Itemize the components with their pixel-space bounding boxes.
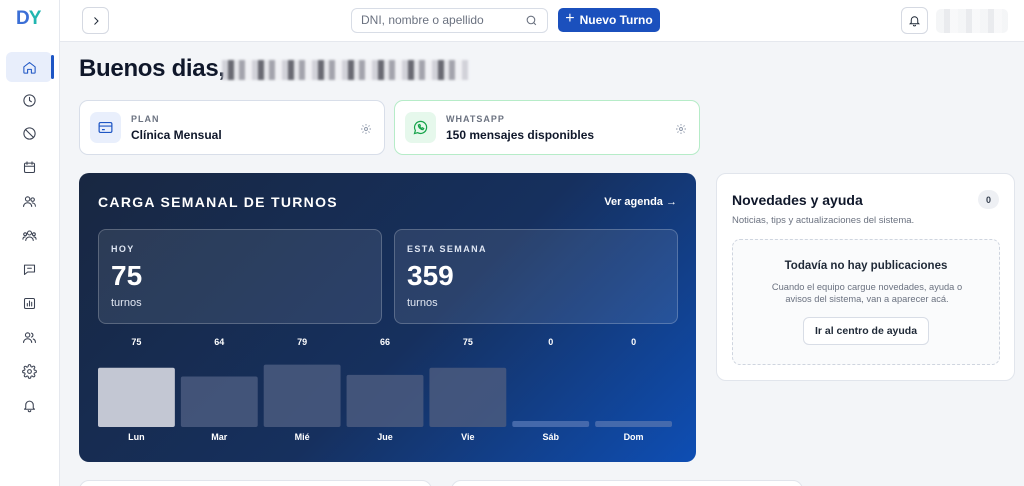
sidebar-item-users[interactable] [6,322,52,352]
whatsapp-icon [413,120,428,135]
bottom-card-right [451,480,803,486]
bar-value-label: 75 [131,337,141,347]
bar-value-label: 0 [631,337,636,347]
bar-category-label: Jue [377,432,393,442]
top-header: + Nuevo Turno [60,0,1024,42]
bell-icon [23,400,35,412]
sidebar-item-reports[interactable] [6,288,52,318]
news-count-badge: 0 [978,190,999,209]
new-appointment-button[interactable]: + Nuevo Turno [558,8,660,32]
empty-description: Cuando el equipo cargue novedades, ayuda… [771,282,963,304]
weekly-load-card: CARGA SEMANAL DE TURNOS Ver agenda → HOY… [79,173,696,462]
users-icon [22,195,36,207]
sidebar-item-patients[interactable] [6,186,52,216]
plan-settings-icon[interactable] [360,122,372,134]
search-input[interactable] [361,13,521,27]
plan-card[interactable]: PLAN Clínica Mensual [79,100,385,155]
bar-value-label: 79 [297,337,307,347]
clock-icon [22,93,36,107]
bar-Lun[interactable] [98,367,175,427]
whatsapp-label: WHATSAPP [446,114,505,124]
sidebar-item-messages[interactable] [6,254,52,284]
news-card: Novedades y ayuda 0 Noticias, tips y act… [716,173,1015,381]
plan-value: Clínica Mensual [131,128,222,142]
bar-Sáb[interactable] [512,421,590,427]
bar-value-label: 75 [463,337,473,347]
today-stat: HOY 75 turnos [98,229,382,324]
week-value: 359 [407,260,454,291]
search-icon[interactable] [525,14,538,27]
week-unit: turnos [407,297,438,309]
whatsapp-settings-icon[interactable] [675,122,687,134]
weekly-bar-chart: 75 Lun 64 Mar 79 Mié 66 Jue 75 Vie 0 Sáb 0 Dom [98,335,678,450]
plus-icon: + [565,10,575,27]
user-name-redacted [222,60,468,80]
bottom-card-left [79,480,432,486]
sidebar-item-notifications[interactable] [6,390,52,420]
calendar-icon [23,160,35,173]
sidebar-item-team[interactable] [6,220,52,250]
home-icon [22,61,36,74]
notifications-button[interactable] [901,7,928,34]
today-unit: turnos [111,297,142,309]
bar-value-label: 66 [380,337,390,347]
chart-icon [23,297,35,309]
ban-icon [22,126,36,140]
bar-category-label: Mar [211,432,228,442]
chevron-right-icon [93,16,99,25]
today-value: 75 [111,260,143,291]
week-label: ESTA SEMANA [407,244,487,254]
bar-Mar[interactable] [180,376,258,427]
team-icon [21,229,37,241]
sidebar-item-home[interactable] [6,52,54,82]
sidebar-item-history[interactable] [6,85,52,115]
sidebar-toggle-button[interactable] [82,7,109,34]
credit-card-icon [98,121,113,134]
greeting-title: Buenos dias, [79,55,225,82]
chat-icon [23,264,35,275]
bar-Vie[interactable] [429,367,507,427]
new-appointment-label: Nuevo Turno [579,13,653,27]
bell-icon [908,16,921,27]
sidebar-item-settings[interactable] [6,356,52,386]
weekly-bar-chart-svg: 75 Lun 64 Mar 79 Mié 66 Jue 75 Vie 0 Sáb 0 Dom [98,337,672,442]
gear-icon [21,363,37,379]
whatsapp-value: 150 mensajes disponibles [446,128,595,142]
bar-Jue[interactable] [346,374,424,427]
empty-title: Todavía no hay publicaciones [784,260,948,272]
bar-category-label: Dom [624,432,644,442]
today-label: HOY [111,244,135,254]
bar-category-label: Lun [128,432,145,442]
bar-category-label: Mié [295,432,310,442]
bar-Mié[interactable] [263,364,341,427]
help-center-button[interactable]: Ir al centro de ayuda [803,317,929,345]
bar-value-label: 64 [214,337,224,347]
sidebar: DY [0,0,60,486]
weekly-load-title: CARGA SEMANAL DE TURNOS [98,194,338,210]
app-logo[interactable]: DY [16,8,41,30]
news-title: Novedades y ayuda [732,192,863,208]
bar-Dom[interactable] [595,421,672,427]
whatsapp-card[interactable]: WHATSAPP 150 mensajes disponibles [394,100,700,155]
bar-category-label: Sáb [542,432,559,442]
bar-category-label: Vie [461,432,474,442]
news-subtitle: Noticias, tips y actualizaciones del sis… [732,215,915,226]
plan-label: PLAN [131,114,160,124]
week-stat: ESTA SEMANA 359 turnos [394,229,678,324]
search-box[interactable] [351,8,548,33]
user-menu-redacted[interactable] [936,9,1008,33]
user-group-icon [22,331,36,343]
sidebar-item-calendar[interactable] [6,152,52,182]
bar-value-label: 0 [548,337,553,347]
sidebar-item-blocked[interactable] [6,118,52,148]
view-agenda-link[interactable]: Ver agenda → [604,196,677,208]
news-empty-state: Todavía no hay publicaciones Cuando el e… [732,239,1000,365]
